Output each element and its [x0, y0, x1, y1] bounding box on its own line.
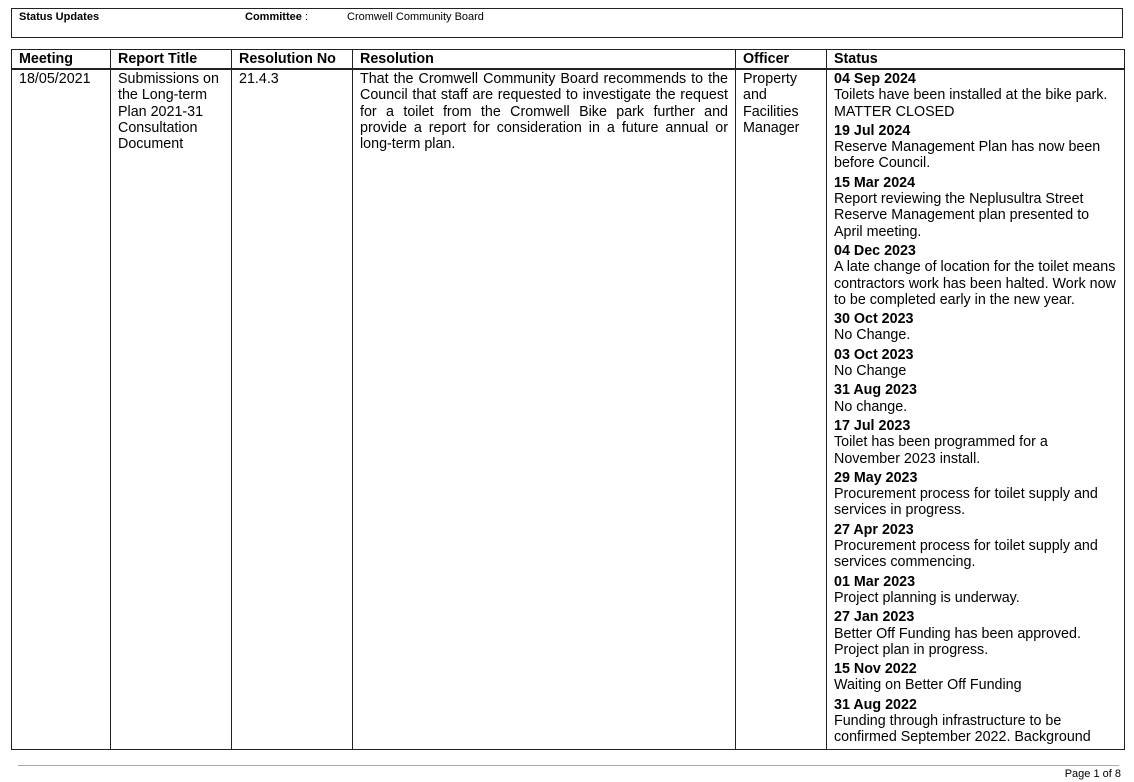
status-entry-date: 30 Oct 2023	[834, 311, 914, 328]
page-number: Page 1 of 8	[1064, 768, 1121, 780]
status-entry-text: Toilets have been installed at the bike …	[834, 87, 1108, 120]
status-entry-date: 27 Jan 2023	[834, 609, 915, 626]
cell-meeting: 18/05/2021	[11, 68, 111, 750]
footer-divider	[18, 765, 1119, 766]
status-entry-date: 31 Aug 2022	[834, 696, 917, 713]
table-row: 18/05/2021 Submissions on the Long-term …	[11, 68, 1125, 750]
status-table: Meeting Report Title Resolution No Resol…	[11, 49, 1125, 750]
status-entry-text: Better Off Funding has been approved. Pr…	[834, 625, 1081, 658]
status-entry: 27 Jan 2023 Better Off Funding has been a…	[834, 609, 1117, 658]
status-entry: 31 Aug 2023 No change.	[834, 382, 1117, 415]
status-entry-text: No Change.	[834, 327, 911, 344]
table-header-row: Meeting Report Title Resolution No Resol…	[11, 49, 1125, 70]
status-entry-text: Funding through infrastructure to be con…	[834, 712, 1091, 746]
col-header-status: Status	[826, 49, 1125, 70]
col-header-resolution: Resolution	[352, 49, 736, 70]
col-header-resolution-no: Resolution No	[231, 49, 353, 70]
committee-colon: :	[305, 11, 309, 23]
committee-value: Cromwell Community Board	[347, 11, 484, 23]
status-entry-text: Waiting on Better Off Funding	[834, 677, 1022, 694]
status-entry-date: 17 Jul 2023	[834, 417, 911, 434]
status-updates-label: Status Updates	[19, 11, 100, 23]
status-entry: 30 Oct 2023 No Change.	[834, 311, 1117, 344]
cell-report-title: Submissions on the Long-term Plan 2021-3…	[110, 68, 232, 750]
status-entry: 01 Mar 2023 Project planning is underway.	[834, 574, 1117, 607]
status-entry-date: 29 May 2023	[834, 469, 918, 486]
status-entry: 15 Nov 2022 Waiting on Better Off Funding	[834, 661, 1117, 694]
status-entry: 27 Apr 2023 Procurement process for toile…	[834, 522, 1117, 571]
status-entry: 04 Sep 2024 Toilets have been installed a…	[834, 71, 1117, 120]
status-entry-text: No Change	[834, 363, 907, 380]
status-entry: 04 Dec 2023 A late change of location for…	[834, 243, 1117, 308]
status-entry-text: Toilet has been programmed for a Novembe…	[834, 434, 1048, 467]
status-entry-date: 27 Apr 2023	[834, 521, 914, 538]
status-entry: 19 Jul 2024 Reserve Management Plan has n…	[834, 123, 1117, 172]
committee-label: Committee	[245, 11, 302, 23]
status-entry-date: 04 Sep 2024	[834, 71, 916, 87]
status-entry-date: 04 Dec 2023	[834, 242, 916, 259]
header-box: Status Updates Committee : Cromwell Comm…	[11, 8, 1123, 38]
col-header-meeting: Meeting	[11, 49, 111, 70]
status-entry-text: Procurement process for toilet supply an…	[834, 486, 1098, 519]
status-entry-date: 31 Aug 2023	[834, 382, 917, 399]
status-entry: 29 May 2023 Procurement process for toile…	[834, 470, 1117, 519]
col-header-officer: Officer	[735, 49, 827, 70]
status-entry-date: 01 Mar 2023	[834, 573, 916, 590]
status-entry: 15 Mar 2024 Report reviewing the Neplusul…	[834, 175, 1117, 240]
status-entry-text: No change.	[834, 398, 908, 415]
status-entry-text: Reserve Management Plan has now been bef…	[834, 139, 1101, 172]
status-entry-text: Report reviewing the Neplusultra Street …	[834, 191, 1090, 240]
status-entry: 03 Oct 2023 No Change	[834, 347, 1117, 380]
status-entry: 17 Jul 2023 Toilet has been programmed fo…	[834, 418, 1117, 467]
status-entry-text: Project planning is underway.	[834, 589, 1020, 606]
status-entry-date: 15 Nov 2022	[834, 661, 917, 678]
cell-resolution: That the Cromwell Community Board recomm…	[352, 68, 736, 750]
status-entry-text: A late change of location for the toilet…	[834, 259, 1116, 308]
status-entry-date: 15 Mar 2024	[834, 174, 916, 191]
status-entry-date: 19 Jul 2024	[834, 122, 911, 139]
col-header-report-title: Report Title	[110, 49, 232, 70]
status-list: 04 Sep 2024 Toilets have been installed a…	[834, 71, 1117, 746]
status-entry-text: Procurement process for toilet supply an…	[834, 538, 1098, 571]
status-entry: 31 Aug 2022 Funding through infrastructur…	[834, 697, 1117, 746]
cell-officer: Property and Facilities Manager	[735, 68, 827, 750]
status-entry-date: 03 Oct 2023	[834, 346, 914, 363]
cell-resolution-no: 21.4.3	[231, 68, 353, 750]
cell-status: 04 Sep 2024 Toilets have been installed a…	[826, 68, 1125, 750]
